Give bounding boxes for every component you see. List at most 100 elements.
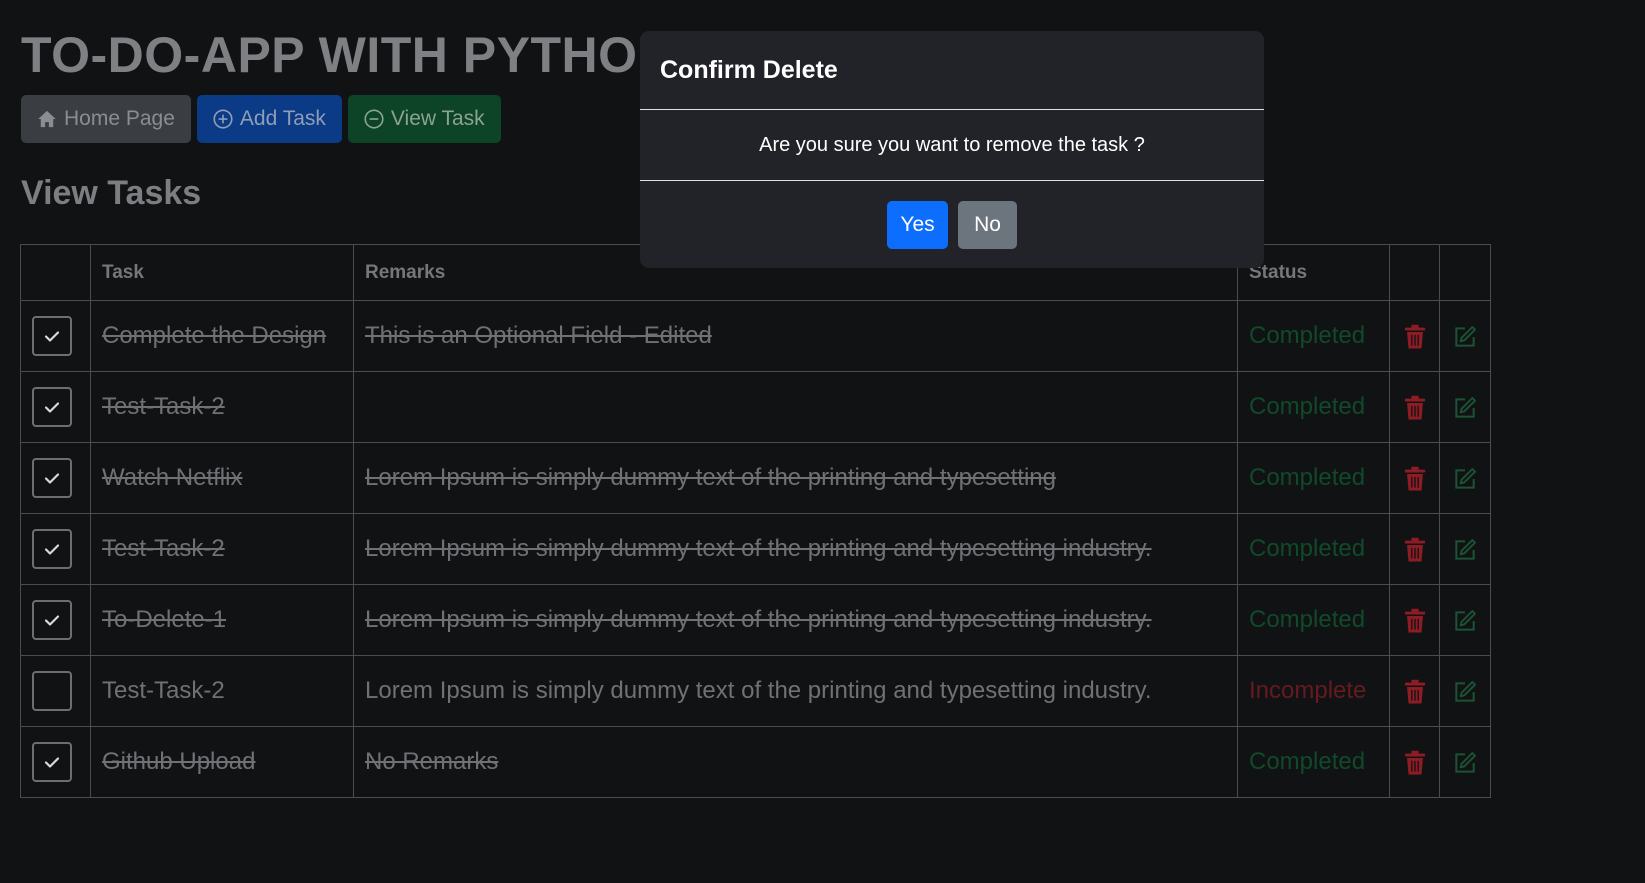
section-title: View Tasks bbox=[21, 174, 202, 212]
edit-cell bbox=[1439, 655, 1491, 727]
task-name: Test-Task-2 bbox=[90, 513, 354, 585]
task-checkbox[interactable] bbox=[32, 387, 72, 427]
header-check bbox=[20, 244, 91, 301]
check-cell bbox=[20, 584, 91, 656]
task-remarks: No Remarks bbox=[353, 726, 1238, 798]
task-remarks bbox=[353, 371, 1238, 443]
confirm-yes-button[interactable]: Yes bbox=[887, 200, 948, 249]
header-task: Task bbox=[90, 244, 354, 301]
task-remarks: Lorem Ipsum is simply dummy text of the … bbox=[353, 655, 1238, 727]
task-checkbox[interactable] bbox=[32, 458, 72, 498]
delete-cell bbox=[1389, 726, 1440, 798]
task-checkbox[interactable] bbox=[32, 316, 72, 356]
home-page-button[interactable]: Home Page bbox=[21, 95, 191, 143]
add-task-label: Add Task bbox=[239, 107, 326, 130]
edit-icon[interactable] bbox=[1453, 537, 1477, 563]
minus-circle-icon bbox=[364, 109, 384, 129]
modal-message: Are you sure you want to remove the task… bbox=[640, 110, 1264, 181]
table-row: To-Delete-1 Lorem Ipsum is simply dummy t… bbox=[20, 584, 1491, 656]
add-task-button[interactable]: Add Task bbox=[196, 95, 342, 143]
trash-icon[interactable] bbox=[1403, 608, 1427, 634]
table-row: Test-Task-2 Completed bbox=[20, 371, 1491, 443]
edit-icon[interactable] bbox=[1453, 395, 1477, 421]
confirm-no-button[interactable]: No bbox=[958, 200, 1017, 249]
task-status: Completed bbox=[1237, 371, 1390, 443]
task-status: Completed bbox=[1237, 442, 1390, 514]
edit-cell bbox=[1439, 584, 1491, 656]
task-name: Test-Task-2 bbox=[90, 371, 354, 443]
view-task-label: View Task bbox=[390, 107, 485, 130]
task-name: Test-Task-2 bbox=[90, 655, 354, 727]
trash-icon[interactable] bbox=[1403, 466, 1427, 492]
checkmark-icon bbox=[44, 615, 60, 626]
task-status: Completed bbox=[1237, 726, 1390, 798]
table-row: Test-Task-2 Lorem Ipsum is simply dummy t… bbox=[20, 513, 1491, 585]
task-name: Github Upload bbox=[90, 726, 354, 798]
task-name: To-Delete-1 bbox=[90, 584, 354, 656]
task-status: Incomplete bbox=[1237, 655, 1390, 727]
edit-cell bbox=[1439, 513, 1491, 585]
trash-icon[interactable] bbox=[1403, 537, 1427, 563]
delete-cell bbox=[1389, 371, 1440, 443]
checkmark-icon bbox=[44, 402, 60, 413]
task-remarks: Lorem Ipsum is simply dummy text of the … bbox=[353, 442, 1238, 514]
home-page-label: Home Page bbox=[64, 107, 175, 130]
delete-cell bbox=[1389, 513, 1440, 585]
trash-icon[interactable] bbox=[1403, 679, 1427, 705]
task-checkbox[interactable] bbox=[32, 600, 72, 640]
check-cell bbox=[20, 655, 91, 727]
delete-cell bbox=[1389, 655, 1440, 727]
header-delete bbox=[1389, 244, 1440, 301]
table-row: Github Upload No Remarks Completed bbox=[20, 726, 1491, 798]
modal-header: Confirm Delete bbox=[640, 31, 1264, 110]
edit-cell bbox=[1439, 371, 1491, 443]
app-title: TO-DO-APP WITH PYTHON bbox=[21, 27, 675, 83]
checkmark-icon bbox=[44, 757, 60, 768]
check-cell bbox=[20, 371, 91, 443]
delete-cell bbox=[1389, 584, 1440, 656]
modal-footer: Yes No bbox=[640, 181, 1264, 268]
edit-icon[interactable] bbox=[1453, 324, 1477, 350]
task-remarks: Lorem Ipsum is simply dummy text of the … bbox=[353, 513, 1238, 585]
edit-cell bbox=[1439, 442, 1491, 514]
delete-cell bbox=[1389, 442, 1440, 514]
checkmark-icon bbox=[44, 473, 60, 484]
task-name: Watch Netflix bbox=[90, 442, 354, 514]
checkmark-icon bbox=[44, 544, 60, 555]
check-cell bbox=[20, 513, 91, 585]
edit-icon[interactable] bbox=[1453, 679, 1477, 705]
task-checkbox[interactable] bbox=[32, 671, 72, 711]
check-cell bbox=[20, 300, 91, 372]
task-status: Completed bbox=[1237, 584, 1390, 656]
edit-cell bbox=[1439, 726, 1491, 798]
task-status: Completed bbox=[1237, 513, 1390, 585]
edit-icon[interactable] bbox=[1453, 750, 1477, 776]
task-checkbox[interactable] bbox=[32, 529, 72, 569]
trash-icon[interactable] bbox=[1403, 324, 1427, 350]
modal-title: Confirm Delete bbox=[660, 55, 838, 84]
view-task-button[interactable]: View Task bbox=[347, 95, 501, 143]
task-remarks: This is an Optional Field - Edited bbox=[353, 300, 1238, 372]
check-cell bbox=[20, 726, 91, 798]
task-name: Complete the Design bbox=[90, 300, 354, 372]
delete-cell bbox=[1389, 300, 1440, 372]
tasks-table: Task Remarks Status Complete the Design T… bbox=[20, 244, 1491, 798]
nav-bar: Home Page Add Task View Task bbox=[21, 95, 501, 143]
trash-icon[interactable] bbox=[1403, 395, 1427, 421]
edit-cell bbox=[1439, 300, 1491, 372]
table-row: Watch Netflix Lorem Ipsum is simply dummy… bbox=[20, 442, 1491, 514]
confirm-delete-modal: Confirm Delete Are you sure you want to … bbox=[640, 31, 1264, 268]
header-edit bbox=[1439, 244, 1491, 301]
checkmark-icon bbox=[44, 331, 60, 342]
home-icon bbox=[38, 110, 56, 128]
task-checkbox[interactable] bbox=[32, 742, 72, 782]
trash-icon[interactable] bbox=[1403, 750, 1427, 776]
table-row: Test-Task-2 Lorem Ipsum is simply dummy t… bbox=[20, 655, 1491, 727]
plus-circle-icon bbox=[213, 109, 233, 129]
task-status: Completed bbox=[1237, 300, 1390, 372]
edit-icon[interactable] bbox=[1453, 608, 1477, 634]
task-remarks: Lorem Ipsum is simply dummy text of the … bbox=[353, 584, 1238, 656]
edit-icon[interactable] bbox=[1453, 466, 1477, 492]
table-row: Complete the Design This is an Optional F… bbox=[20, 300, 1491, 372]
check-cell bbox=[20, 442, 91, 514]
